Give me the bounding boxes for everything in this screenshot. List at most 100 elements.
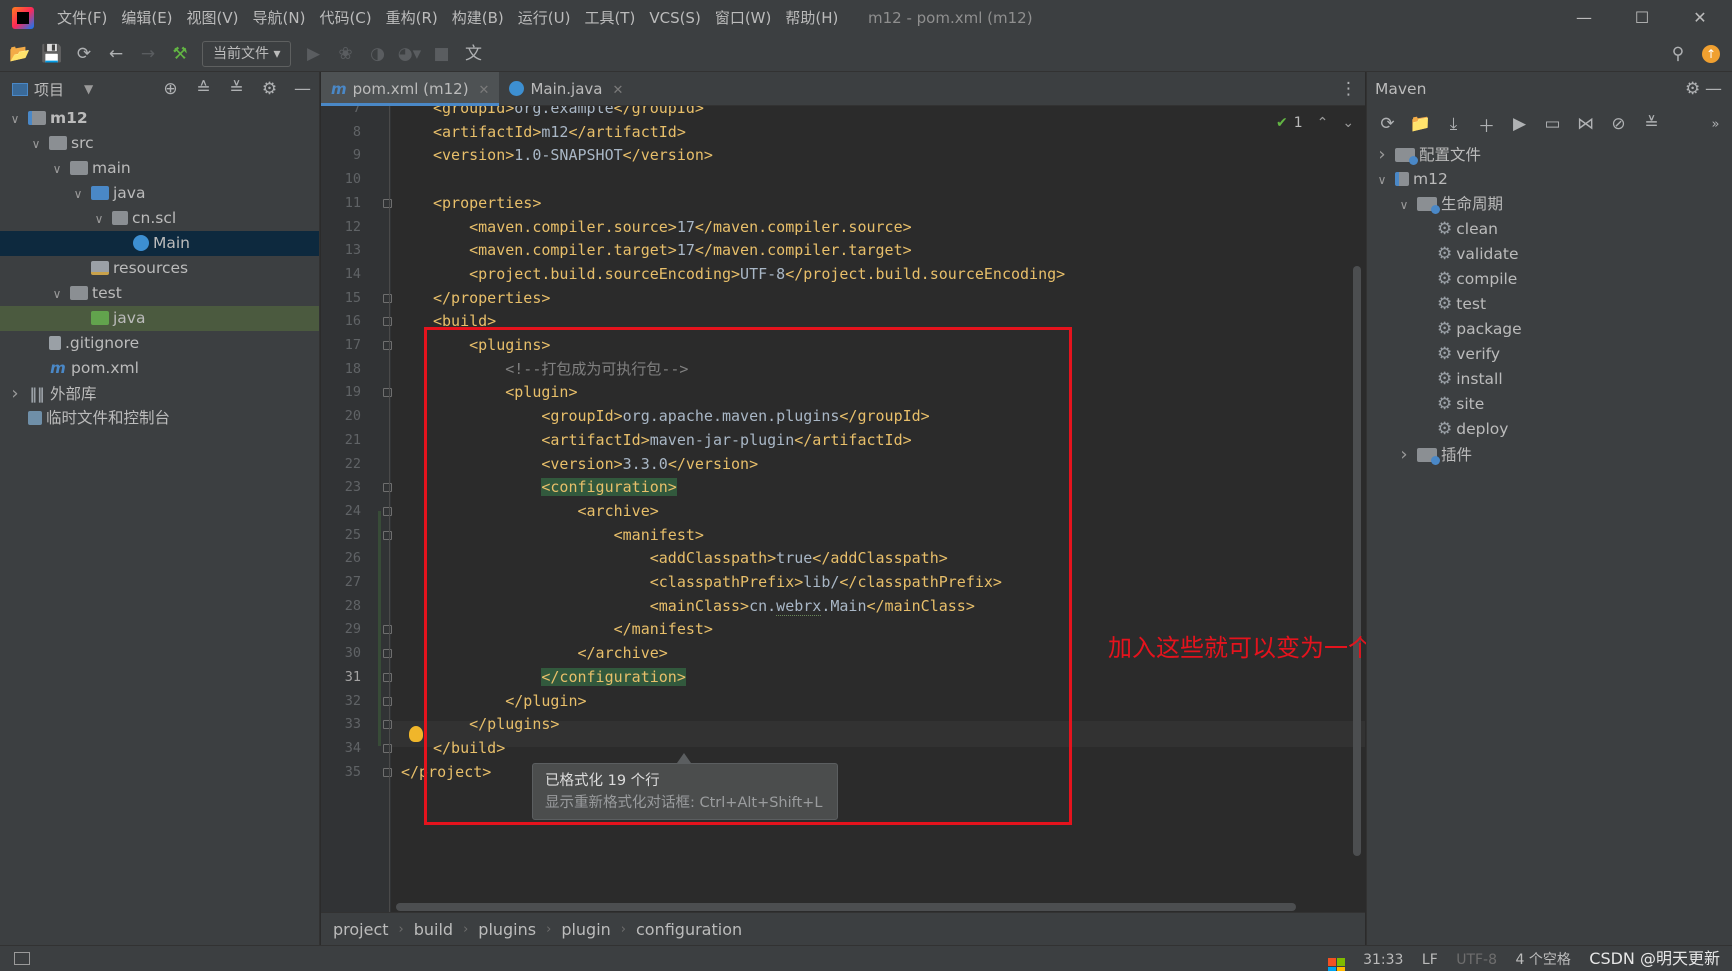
chevron-down-icon[interactable]: ∨	[1397, 193, 1411, 218]
code-line[interactable]: <version>1.0-SNAPSHOT</version>	[433, 142, 713, 168]
run-icon[interactable]: ▶	[1503, 114, 1536, 134]
gear-icon[interactable]: ⚙	[253, 79, 286, 99]
more-icon[interactable]: »	[1699, 117, 1732, 132]
code-line[interactable]: <properties>	[433, 190, 541, 216]
maven-tree-item-site[interactable]: ⚙ site	[1367, 392, 1732, 417]
project-tree-item-pom-xml[interactable]: m pom.xml	[0, 356, 319, 381]
run-icon[interactable]: ▶	[297, 36, 329, 72]
fold-marker-icon[interactable]	[383, 743, 392, 753]
fold-marker-icon[interactable]	[383, 483, 392, 493]
profile-icon[interactable]: ◕▾	[393, 36, 425, 72]
maven-tree-item-package[interactable]: ⚙ package	[1367, 317, 1732, 342]
code-line[interactable]: </properties>	[433, 285, 550, 311]
maven-tree-item-test[interactable]: ⚙ test	[1367, 292, 1732, 317]
menu-item-7[interactable]: 运行(U)	[511, 0, 578, 36]
menu-item-2[interactable]: 视图(V)	[180, 0, 246, 36]
collapse-all-icon[interactable]: ≚	[220, 79, 253, 99]
build-hammer-icon[interactable]: ⚒	[164, 36, 196, 72]
code-line[interactable]: <maven.compiler.target>17</maven.compile…	[433, 237, 912, 263]
chevron-down-icon[interactable]: ∨	[92, 207, 106, 232]
project-tree-item-item[interactable]: 临时文件和控制台	[0, 406, 319, 431]
skip-tests-icon[interactable]: ⊘	[1602, 114, 1635, 134]
chevron-right-icon[interactable]: ›	[1375, 142, 1389, 167]
save-all-icon[interactable]: 💾	[36, 36, 68, 72]
fold-marker-icon[interactable]	[383, 293, 392, 303]
stop-icon[interactable]: ■	[425, 36, 457, 72]
maven-tree-item-verify[interactable]: ⚙ verify	[1367, 342, 1732, 367]
fold-marker-icon[interactable]	[383, 388, 392, 398]
tooltip-hint-link[interactable]: 显示重新格式化对话框: Ctrl+Alt+Shift+L	[545, 792, 825, 814]
project-tree-item-gitignore[interactable]: .gitignore	[0, 331, 319, 356]
forward-icon[interactable]: →	[132, 36, 164, 72]
project-tree-item-m12[interactable]: ∨ m12	[0, 106, 319, 131]
update-icon[interactable]: ↑	[1702, 45, 1720, 63]
lightbulb-icon[interactable]	[409, 726, 423, 742]
maven-tree-item-validate[interactable]: ⚙ validate	[1367, 242, 1732, 267]
close-tab-icon[interactable]: ✕	[479, 83, 490, 98]
toggle-tool-windows-icon[interactable]	[14, 952, 30, 965]
translate-icon[interactable]: 文	[457, 36, 489, 72]
menu-item-5[interactable]: 重构(R)	[379, 0, 445, 36]
collapse-all-icon[interactable]: ≚	[1635, 114, 1668, 134]
maven-tree-item-clean[interactable]: ⚙ clean	[1367, 217, 1732, 242]
menu-item-0[interactable]: 文件(F)	[50, 0, 114, 36]
code-line[interactable]: <project.build.sourceEncoding>UTF-8</pro…	[433, 261, 1065, 287]
download-icon[interactable]: ⤓	[1437, 114, 1470, 134]
fold-marker-icon[interactable]	[383, 198, 392, 208]
fold-marker-icon[interactable]	[383, 696, 392, 706]
maven-tree-item-item[interactable]: › 插件	[1367, 442, 1732, 467]
project-tree-item-resources[interactable]: resources	[0, 256, 319, 281]
reload-icon[interactable]: ⟳	[1371, 114, 1404, 134]
tab-pom-xml-m12[interactable]: m pom.xml (m12) ✕	[321, 71, 500, 106]
tab-main-java[interactable]: Main.java ✕	[499, 72, 633, 106]
chevron-down-icon[interactable]: ∨	[1375, 168, 1389, 193]
chevron-down-icon[interactable]: ∨	[8, 107, 22, 132]
fold-marker-icon[interactable]	[383, 720, 392, 730]
fold-marker-icon[interactable]	[383, 506, 392, 516]
chevron-down-icon[interactable]: ∨	[50, 157, 64, 182]
sync-icon[interactable]: ⟳	[68, 36, 100, 72]
chevron-right-icon[interactable]: ›	[8, 381, 22, 406]
intellij-logo-icon[interactable]	[12, 7, 34, 29]
chevron-down-icon[interactable]: ∨	[50, 282, 64, 307]
maven-tree-item-deploy[interactable]: ⚙ deploy	[1367, 417, 1732, 442]
gear-icon[interactable]: ⚙	[1685, 79, 1700, 99]
chevron-up-icon[interactable]: ⌃	[1317, 115, 1329, 131]
search-icon[interactable]: ⚲	[1662, 36, 1694, 72]
maven-tree-item-compile[interactable]: ⚙ compile	[1367, 267, 1732, 292]
inspection-widget[interactable]: ✔ 1 ⌃ ⌄	[1276, 112, 1354, 134]
project-tree-item-main[interactable]: Main	[0, 231, 319, 256]
minimize-button[interactable]: —	[1556, 0, 1612, 36]
horizontal-scrollbar[interactable]	[396, 903, 1296, 911]
maven-tree-item-item[interactable]: › 配置文件	[1367, 142, 1732, 167]
project-tree-item-test[interactable]: ∨ test	[0, 281, 319, 306]
execute-goal-icon[interactable]: ▭	[1536, 114, 1569, 134]
toggle-offline-icon[interactable]: ⋈	[1569, 114, 1602, 134]
menu-item-4[interactable]: 代码(C)	[312, 0, 378, 36]
project-tree-item-item[interactable]: › ‖‖ 外部库	[0, 381, 319, 406]
menu-item-1[interactable]: 编辑(E)	[114, 0, 179, 36]
back-icon[interactable]: ←	[100, 36, 132, 72]
code-line[interactable]: <maven.compiler.source>17</maven.compile…	[433, 214, 912, 240]
project-tree-item-src[interactable]: ∨ src	[0, 131, 319, 156]
hide-panel-icon[interactable]: —	[286, 79, 319, 99]
locate-icon[interactable]: ⊕	[154, 79, 187, 99]
line-separator[interactable]: LF	[1422, 952, 1438, 968]
project-tree-item-main[interactable]: ∨ main	[0, 156, 319, 181]
close-tab-icon[interactable]: ✕	[612, 83, 623, 98]
breadcrumb-item-plugins[interactable]: plugins	[478, 920, 536, 939]
menu-item-8[interactable]: 工具(T)	[577, 0, 642, 36]
breadcrumb-item-build[interactable]: build	[414, 920, 453, 939]
project-tree-item-cn-scl[interactable]: ∨ cn.scl	[0, 206, 319, 231]
caret-position[interactable]: 31:33	[1363, 952, 1403, 968]
breadcrumb-item-project[interactable]: project	[333, 920, 389, 939]
hide-panel-icon[interactable]: —	[1705, 79, 1722, 99]
maven-tree-item-item[interactable]: ∨ 生命周期	[1367, 192, 1732, 217]
fold-marker-icon[interactable]	[383, 530, 392, 540]
maven-tree-item-m12[interactable]: ∨ m12	[1367, 167, 1732, 192]
chevron-right-icon[interactable]: ›	[1397, 442, 1411, 467]
debug-icon[interactable]: ❀	[329, 36, 361, 72]
menu-item-3[interactable]: 导航(N)	[246, 0, 313, 36]
menu-item-9[interactable]: VCS(S)	[642, 0, 707, 36]
breadcrumb-item-plugin[interactable]: plugin	[561, 920, 610, 939]
